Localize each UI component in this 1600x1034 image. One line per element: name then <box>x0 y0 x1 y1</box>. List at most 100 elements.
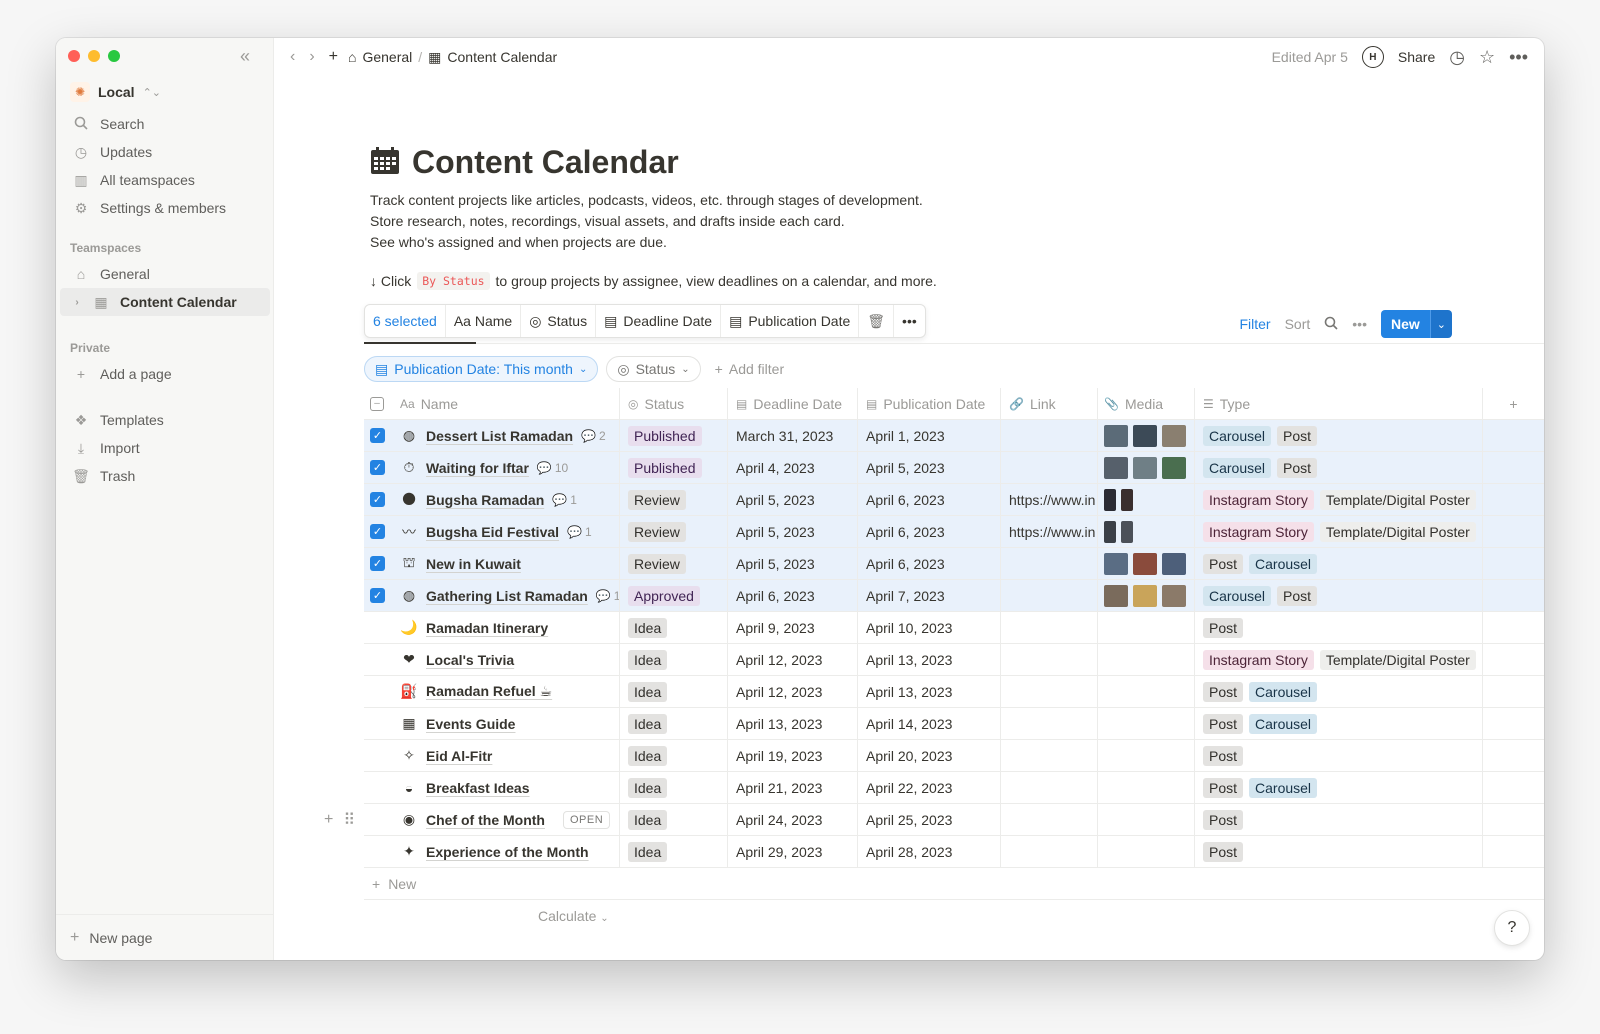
deadline-cell[interactable]: April 29, 2023 <box>728 836 858 867</box>
name-cell[interactable]: ◍ Dessert List Ramadan 💬 2 <box>392 420 620 451</box>
deadline-cell[interactable]: April 5, 2023 <box>728 484 858 515</box>
name-cell[interactable]: ⏱ Waiting for Iftar 💬 10 <box>392 452 620 483</box>
publication-cell[interactable]: April 22, 2023 <box>858 772 1001 803</box>
media-cell[interactable] <box>1098 740 1195 771</box>
link-cell[interactable] <box>1001 452 1098 483</box>
media-thumbnail[interactable] <box>1121 520 1133 543</box>
star-icon[interactable]: ☆ <box>1479 47 1495 68</box>
media-thumbnail[interactable] <box>1104 552 1128 575</box>
comment-count[interactable]: 💬 10 <box>537 461 568 475</box>
name-cell[interactable]: ⛽ Ramadan Refuel ☕ <box>392 676 620 707</box>
type-cell[interactable]: Instagram Story Template/Digital Poster <box>1195 644 1483 675</box>
media-cell[interactable] <box>1098 644 1195 675</box>
media-thumbnail[interactable] <box>1133 552 1157 575</box>
sidebar-item-import[interactable]: ⤓ Import <box>56 434 274 462</box>
row-checkbox[interactable] <box>364 708 392 739</box>
media-thumbnail[interactable] <box>1104 520 1116 543</box>
name-cell[interactable]: ✦ Experience of the Month <box>392 836 620 867</box>
status-cell[interactable]: Idea <box>620 612 728 643</box>
deadline-cell[interactable]: April 4, 2023 <box>728 452 858 483</box>
deadline-cell[interactable]: April 5, 2023 <box>728 548 858 579</box>
page-title[interactable]: Content Calendar <box>412 144 679 181</box>
status-cell[interactable]: Idea <box>620 676 728 707</box>
column-header-type[interactable]: ☰ Type <box>1195 388 1483 419</box>
table-row[interactable]: ✓ ⏱ Waiting for Iftar 💬 10 Published April… <box>364 452 1544 484</box>
link-cell[interactable] <box>1001 420 1098 451</box>
column-header-deadline[interactable]: ▤ Deadline Date <box>728 388 858 419</box>
row-title[interactable]: Experience of the Month <box>426 844 589 860</box>
publication-cell[interactable]: April 6, 2023 <box>858 484 1001 515</box>
deadline-cell[interactable]: April 21, 2023 <box>728 772 858 803</box>
name-cell[interactable]: ❤ Local's Trivia <box>392 644 620 675</box>
forward-icon[interactable]: › <box>309 48 314 66</box>
name-cell[interactable]: ⛫ New in Kuwait <box>392 548 620 579</box>
type-cell[interactable]: Post <box>1195 836 1483 867</box>
name-cell[interactable]: ✧ Eid Al-Fitr <box>392 740 620 771</box>
publication-cell[interactable]: April 5, 2023 <box>858 452 1001 483</box>
maximize-window-button[interactable] <box>108 50 120 62</box>
edit-name-button[interactable]: Aa Name <box>446 305 522 337</box>
breadcrumb-item-general[interactable]: General <box>362 49 412 65</box>
link-cell[interactable] <box>1001 708 1098 739</box>
row-checkbox[interactable] <box>364 804 392 835</box>
media-cell[interactable] <box>1098 516 1195 547</box>
name-cell[interactable]: ▦ Events Guide <box>392 708 620 739</box>
type-cell[interactable]: Post Carousel <box>1195 548 1483 579</box>
comment-count[interactable]: 💬 2 <box>581 429 606 443</box>
media-thumbnail[interactable] <box>1104 584 1128 607</box>
link-cell[interactable]: https://www.in <box>1001 484 1098 515</box>
media-cell[interactable] <box>1098 708 1195 739</box>
more-icon[interactable]: ••• <box>1352 316 1367 332</box>
row-title[interactable]: Dessert List Ramadan <box>426 428 573 444</box>
name-cell[interactable]: 🌑 Bugsha Ramadan 💬 1 <box>392 484 620 515</box>
select-all-checkbox[interactable]: – <box>364 388 392 419</box>
more-icon[interactable]: ••• <box>1509 47 1528 68</box>
type-cell[interactable]: Post Carousel <box>1195 708 1483 739</box>
media-thumbnail[interactable] <box>1121 488 1133 511</box>
table-row[interactable]: ▦ Events Guide Idea April 13, 2023 April 1… <box>364 708 1544 740</box>
status-cell[interactable]: Review <box>620 516 728 547</box>
status-cell[interactable]: Idea <box>620 804 728 835</box>
media-cell[interactable] <box>1098 836 1195 867</box>
row-title[interactable]: Bugsha Ramadan <box>426 492 544 508</box>
calendar-icon[interactable] <box>370 146 400 179</box>
name-cell[interactable]: ◍ Gathering List Ramadan 💬 1 <box>392 580 620 611</box>
table-row[interactable]: ✓ ⛫ New in Kuwait Review April 5, 2023 Apr… <box>364 548 1544 580</box>
table-row[interactable]: ✧ Eid Al-Fitr Idea April 19, 2023 April 20… <box>364 740 1544 772</box>
link-cell[interactable] <box>1001 580 1098 611</box>
media-thumbnail[interactable] <box>1162 584 1186 607</box>
media-cell[interactable] <box>1098 804 1195 835</box>
close-window-button[interactable] <box>68 50 80 62</box>
publication-cell[interactable]: April 14, 2023 <box>858 708 1001 739</box>
row-checkbox[interactable] <box>364 644 392 675</box>
comment-count[interactable]: 💬 1 <box>567 525 592 539</box>
type-cell[interactable]: Instagram Story Template/Digital Poster <box>1195 484 1483 515</box>
name-cell[interactable]: ◉ Chef of the Month OPEN <box>392 804 620 835</box>
link-cell[interactable] <box>1001 612 1098 643</box>
column-header-media[interactable]: 📎 Media <box>1098 388 1195 419</box>
publication-cell[interactable]: April 13, 2023 <box>858 676 1001 707</box>
media-thumbnail[interactable] <box>1133 424 1157 447</box>
deadline-cell[interactable]: April 12, 2023 <box>728 676 858 707</box>
chevron-down-icon[interactable]: ⌄ <box>1429 310 1452 338</box>
deadline-cell[interactable]: April 5, 2023 <box>728 516 858 547</box>
drag-handle-icon[interactable]: ⠿ <box>343 810 355 830</box>
media-cell[interactable] <box>1098 580 1195 611</box>
table-row[interactable]: ⛽ Ramadan Refuel ☕ Idea April 12, 2023 Apr… <box>364 676 1544 708</box>
row-checkbox[interactable]: ✓ <box>364 420 392 451</box>
table-row[interactable]: ✓ ◍ Dessert List Ramadan 💬 2 Published Mar… <box>364 420 1544 452</box>
row-checkbox[interactable] <box>364 772 392 803</box>
media-cell[interactable] <box>1098 452 1195 483</box>
workspace-switcher[interactable]: ✺ Local ⌃⌄ <box>70 82 161 102</box>
add-page-button[interactable]: + Add a page <box>56 360 274 388</box>
row-checkbox[interactable]: ✓ <box>364 548 392 579</box>
publication-cell[interactable]: April 28, 2023 <box>858 836 1001 867</box>
media-thumbnail[interactable] <box>1104 456 1128 479</box>
row-checkbox[interactable]: ✓ <box>364 484 392 515</box>
row-checkbox[interactable]: ✓ <box>364 580 392 611</box>
status-cell[interactable]: Published <box>620 452 728 483</box>
publication-cell[interactable]: April 6, 2023 <box>858 548 1001 579</box>
table-row[interactable]: ✓ 🌑 Bugsha Ramadan 💬 1 Review April 5, 202… <box>364 484 1544 516</box>
table-row[interactable]: ✓ 〰 Bugsha Eid Festival 💬 1 Review April 5… <box>364 516 1544 548</box>
plus-icon[interactable]: + <box>324 811 333 829</box>
